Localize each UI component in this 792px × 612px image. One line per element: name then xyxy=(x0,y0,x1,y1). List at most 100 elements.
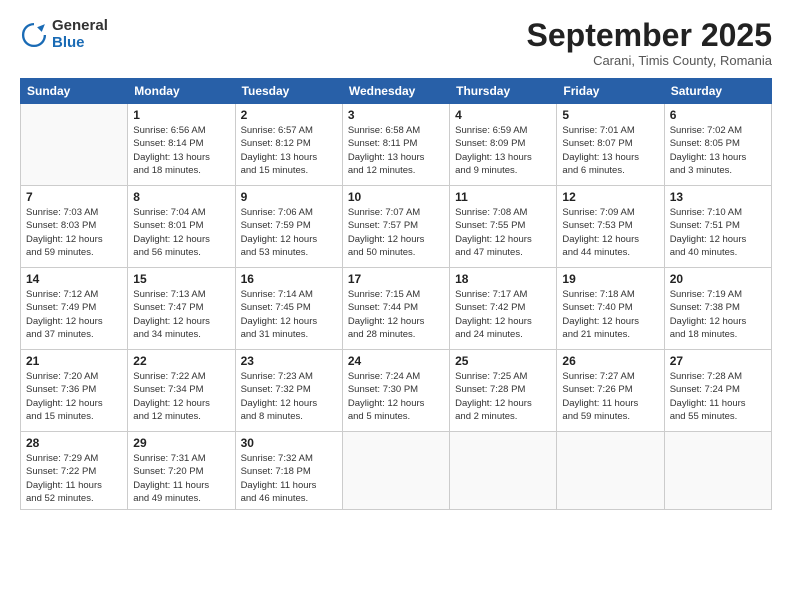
day-number: 20 xyxy=(670,272,766,286)
table-row: 15 Sunrise: 7:13 AM Sunset: 7:47 PM Dayli… xyxy=(128,268,235,350)
table-row: 24 Sunrise: 7:24 AM Sunset: 7:30 PM Dayli… xyxy=(342,350,449,432)
table-row: 26 Sunrise: 7:27 AM Sunset: 7:26 PM Dayli… xyxy=(557,350,664,432)
table-row: 19Sunrise: 7:18 AM Sunset: 7:40 PM Dayli… xyxy=(557,268,664,350)
table-row: 30 Sunrise: 7:32 AM Sunset: 7:18 PM Dayli… xyxy=(235,432,342,510)
table-row: 12 Sunrise: 7:09 AM Sunset: 7:53 PM Dayli… xyxy=(557,186,664,268)
day-number: 3 xyxy=(348,108,444,122)
day-info: Sunrise: 7:19 AM Sunset: 7:38 PM Dayligh… xyxy=(670,288,766,341)
table-row: 10 Sunrise: 7:07 AM Sunset: 7:57 PM Dayli… xyxy=(342,186,449,268)
day-number: 21 xyxy=(26,354,122,368)
day-info: Sunrise: 7:17 AM Sunset: 7:42 PM Dayligh… xyxy=(455,288,551,341)
logo-general-label: General xyxy=(52,18,108,35)
location-subtitle: Carani, Timis County, Romania xyxy=(527,53,772,68)
title-block: September 2025 Carani, Timis County, Rom… xyxy=(527,18,772,68)
table-row: 7 Sunrise: 7:03 AM Sunset: 8:03 PM Daylig… xyxy=(21,186,128,268)
calendar-week-row: 7 Sunrise: 7:03 AM Sunset: 8:03 PM Daylig… xyxy=(21,186,772,268)
table-row: 3 Sunrise: 6:58 AM Sunset: 8:11 PM Daylig… xyxy=(342,104,449,186)
month-title: September 2025 xyxy=(527,18,772,53)
day-number: 25 xyxy=(455,354,551,368)
table-row: 29Sunrise: 7:31 AM Sunset: 7:20 PM Dayli… xyxy=(128,432,235,510)
table-row: 4 Sunrise: 6:59 AM Sunset: 8:09 PM Daylig… xyxy=(450,104,557,186)
table-row: 21 Sunrise: 7:20 AM Sunset: 7:36 PM Dayli… xyxy=(21,350,128,432)
table-row: 22 Sunrise: 7:22 AM Sunset: 7:34 PM Dayli… xyxy=(128,350,235,432)
logo-blue-label: Blue xyxy=(52,35,108,52)
day-info: Sunrise: 7:07 AM Sunset: 7:57 PM Dayligh… xyxy=(348,206,444,259)
table-row: 20 Sunrise: 7:19 AM Sunset: 7:38 PM Dayli… xyxy=(664,268,771,350)
day-number: 27 xyxy=(670,354,766,368)
table-row xyxy=(21,104,128,186)
day-info: Sunrise: 7:12 AM Sunset: 7:49 PM Dayligh… xyxy=(26,288,122,341)
table-row: 1Sunrise: 6:56 AM Sunset: 8:14 PM Daylig… xyxy=(128,104,235,186)
day-number: 13 xyxy=(670,190,766,204)
day-info: Sunrise: 7:20 AM Sunset: 7:36 PM Dayligh… xyxy=(26,370,122,423)
day-number: 7 xyxy=(26,190,122,204)
table-row xyxy=(342,432,449,510)
day-info: Sunrise: 6:59 AM Sunset: 8:09 PM Dayligh… xyxy=(455,124,551,177)
header-sunday: Sunday xyxy=(21,79,128,104)
day-info: Sunrise: 7:01 AM Sunset: 8:07 PM Dayligh… xyxy=(562,124,658,177)
day-number: 9 xyxy=(241,190,337,204)
day-info: Sunrise: 7:02 AM Sunset: 8:05 PM Dayligh… xyxy=(670,124,766,177)
day-number: 15 xyxy=(133,272,229,286)
day-info: Sunrise: 7:10 AM Sunset: 7:51 PM Dayligh… xyxy=(670,206,766,259)
day-info: Sunrise: 7:03 AM Sunset: 8:03 PM Dayligh… xyxy=(26,206,122,259)
header-saturday: Saturday xyxy=(664,79,771,104)
header-tuesday: Tuesday xyxy=(235,79,342,104)
day-info: Sunrise: 7:25 AM Sunset: 7:28 PM Dayligh… xyxy=(455,370,551,423)
day-number: 12 xyxy=(562,190,658,204)
header-wednesday: Wednesday xyxy=(342,79,449,104)
table-row: 16Sunrise: 7:14 AM Sunset: 7:45 PM Dayli… xyxy=(235,268,342,350)
table-row: 11Sunrise: 7:08 AM Sunset: 7:55 PM Dayli… xyxy=(450,186,557,268)
header-friday: Friday xyxy=(557,79,664,104)
table-row xyxy=(450,432,557,510)
day-number: 2 xyxy=(241,108,337,122)
day-info: Sunrise: 6:57 AM Sunset: 8:12 PM Dayligh… xyxy=(241,124,337,177)
day-number: 8 xyxy=(133,190,229,204)
logo-text: General Blue xyxy=(52,18,108,51)
day-info: Sunrise: 7:24 AM Sunset: 7:30 PM Dayligh… xyxy=(348,370,444,423)
day-info: Sunrise: 7:13 AM Sunset: 7:47 PM Dayligh… xyxy=(133,288,229,341)
day-number: 16 xyxy=(241,272,337,286)
day-info: Sunrise: 7:27 AM Sunset: 7:26 PM Dayligh… xyxy=(562,370,658,423)
calendar-week-row: 14Sunrise: 7:12 AM Sunset: 7:49 PM Dayli… xyxy=(21,268,772,350)
day-info: Sunrise: 7:18 AM Sunset: 7:40 PM Dayligh… xyxy=(562,288,658,341)
header-thursday: Thursday xyxy=(450,79,557,104)
table-row: 25 Sunrise: 7:25 AM Sunset: 7:28 PM Dayli… xyxy=(450,350,557,432)
day-info: Sunrise: 7:31 AM Sunset: 7:20 PM Dayligh… xyxy=(133,452,229,505)
day-info: Sunrise: 7:23 AM Sunset: 7:32 PM Dayligh… xyxy=(241,370,337,423)
day-number: 22 xyxy=(133,354,229,368)
day-info: Sunrise: 7:06 AM Sunset: 7:59 PM Dayligh… xyxy=(241,206,337,259)
table-row: 9 Sunrise: 7:06 AM Sunset: 7:59 PM Daylig… xyxy=(235,186,342,268)
day-info: Sunrise: 7:28 AM Sunset: 7:24 PM Dayligh… xyxy=(670,370,766,423)
day-number: 18 xyxy=(455,272,551,286)
logo-icon xyxy=(20,21,48,49)
table-row: 28Sunrise: 7:29 AM Sunset: 7:22 PM Dayli… xyxy=(21,432,128,510)
day-number: 5 xyxy=(562,108,658,122)
logo: General Blue xyxy=(20,18,108,51)
day-info: Sunrise: 7:04 AM Sunset: 8:01 PM Dayligh… xyxy=(133,206,229,259)
page-header: General Blue September 2025 Carani, Timi… xyxy=(20,18,772,68)
table-row xyxy=(557,432,664,510)
table-row: 27 Sunrise: 7:28 AM Sunset: 7:24 PM Dayli… xyxy=(664,350,771,432)
day-info: Sunrise: 6:56 AM Sunset: 8:14 PM Dayligh… xyxy=(133,124,229,177)
day-number: 28 xyxy=(26,436,122,450)
day-number: 17 xyxy=(348,272,444,286)
table-row: 13 Sunrise: 7:10 AM Sunset: 7:51 PM Dayli… xyxy=(664,186,771,268)
calendar-week-row: 28Sunrise: 7:29 AM Sunset: 7:22 PM Dayli… xyxy=(21,432,772,510)
day-number: 26 xyxy=(562,354,658,368)
day-number: 30 xyxy=(241,436,337,450)
calendar-header-row: Sunday Monday Tuesday Wednesday Thursday… xyxy=(21,79,772,104)
header-monday: Monday xyxy=(128,79,235,104)
day-info: Sunrise: 7:22 AM Sunset: 7:34 PM Dayligh… xyxy=(133,370,229,423)
calendar-table: Sunday Monday Tuesday Wednesday Thursday… xyxy=(20,78,772,510)
day-info: Sunrise: 7:09 AM Sunset: 7:53 PM Dayligh… xyxy=(562,206,658,259)
day-info: Sunrise: 7:32 AM Sunset: 7:18 PM Dayligh… xyxy=(241,452,337,505)
day-number: 4 xyxy=(455,108,551,122)
day-info: Sunrise: 6:58 AM Sunset: 8:11 PM Dayligh… xyxy=(348,124,444,177)
table-row: 23Sunrise: 7:23 AM Sunset: 7:32 PM Dayli… xyxy=(235,350,342,432)
day-number: 24 xyxy=(348,354,444,368)
table-row: 18 Sunrise: 7:17 AM Sunset: 7:42 PM Dayli… xyxy=(450,268,557,350)
day-info: Sunrise: 7:08 AM Sunset: 7:55 PM Dayligh… xyxy=(455,206,551,259)
day-number: 10 xyxy=(348,190,444,204)
day-number: 6 xyxy=(670,108,766,122)
